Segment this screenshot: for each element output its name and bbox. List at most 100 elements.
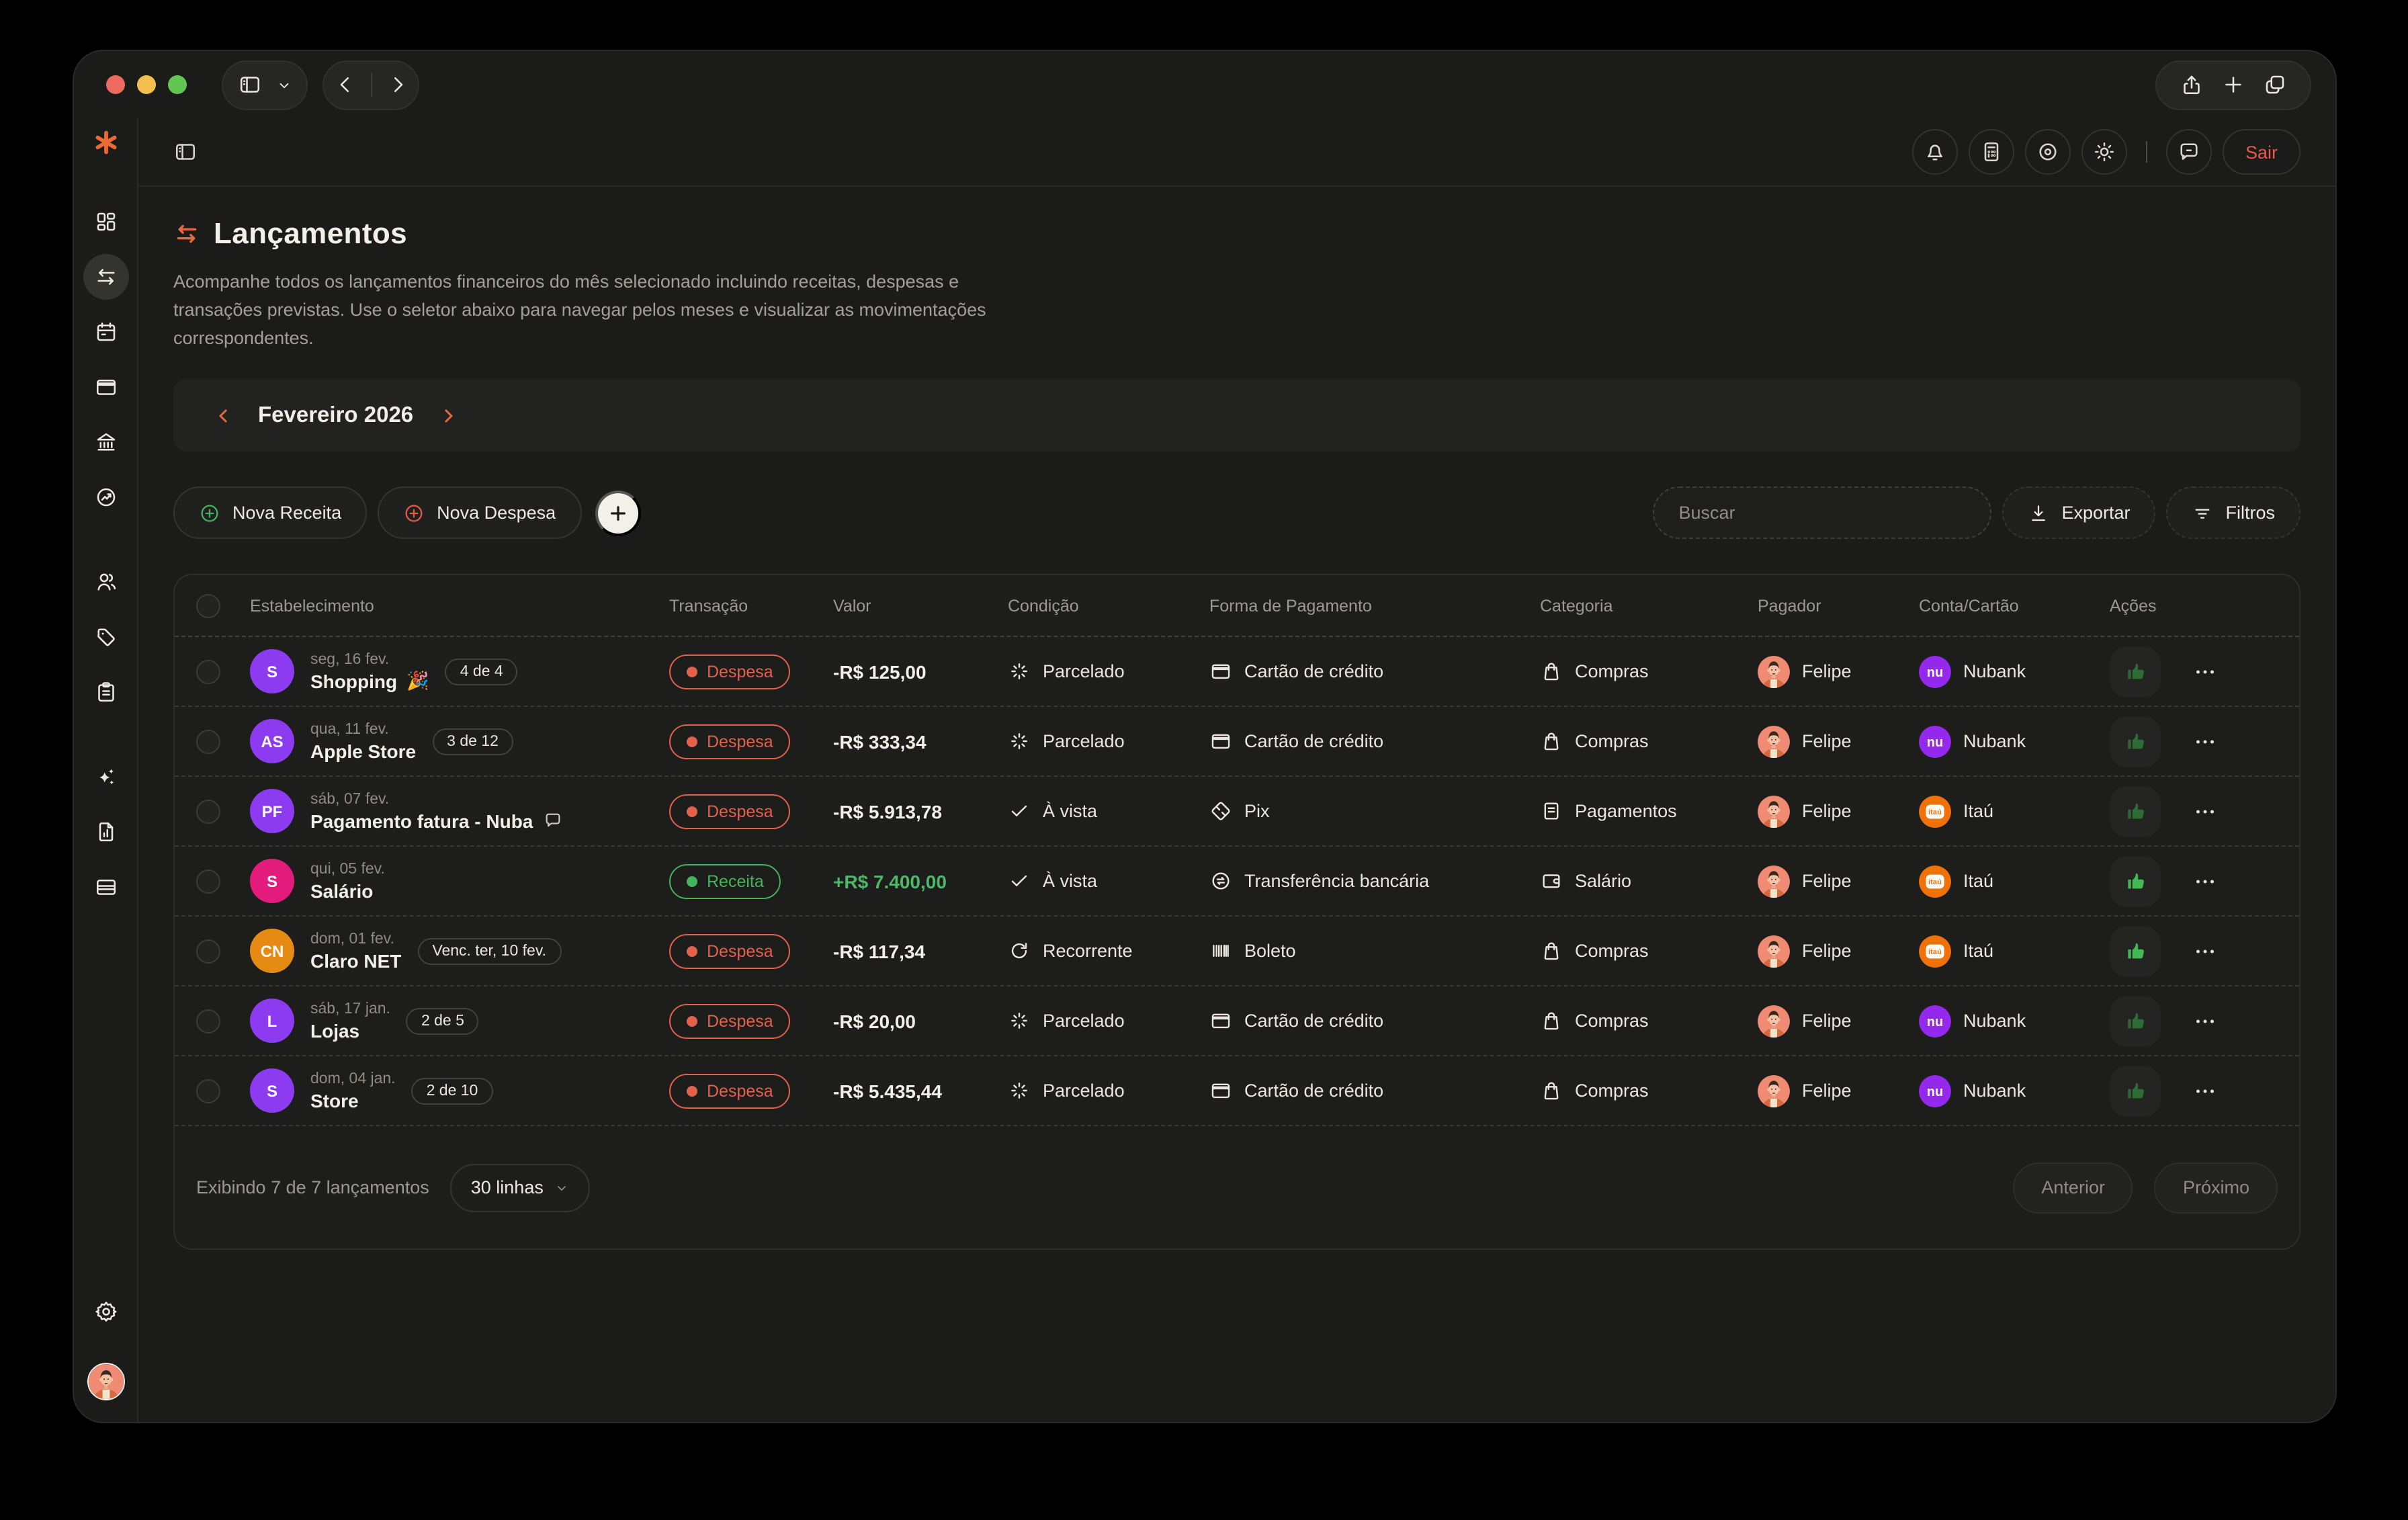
sidebar-item-accounts[interactable] (83, 419, 128, 465)
quick-add-button[interactable] (595, 490, 641, 536)
logout-button[interactable]: Sair (2223, 129, 2300, 175)
sidebar-item-ai[interactable] (83, 754, 128, 800)
new-income-button[interactable]: Nova Receita (173, 487, 368, 539)
sidebar-item-reports[interactable] (83, 809, 128, 855)
row-checkbox[interactable] (196, 939, 220, 963)
sidebar-item-settings[interactable] (83, 1289, 128, 1335)
sidebar-item-lists[interactable] (83, 669, 128, 715)
next-month-button[interactable] (437, 405, 458, 425)
share-icon[interactable] (2179, 73, 2203, 97)
notifications-button[interactable] (1912, 129, 1958, 175)
merchant-name: Store (310, 1089, 359, 1111)
type-dot (687, 666, 697, 677)
payer-name: Felipe (1802, 1081, 1852, 1101)
transaction-date: dom, 04 jan. (310, 1070, 396, 1087)
chevron-left-icon (214, 405, 234, 425)
prev-page-button[interactable]: Anterior (2013, 1162, 2133, 1213)
condition-label: Recorrente (1043, 941, 1133, 961)
select-all-checkbox[interactable] (196, 593, 220, 618)
row-checkbox[interactable] (196, 729, 220, 753)
tab-overview-icon[interactable] (2264, 73, 2288, 97)
transfer-circle-icon (1209, 870, 1232, 892)
thumbs-up-icon (2124, 939, 2147, 962)
sidebar-item-wallet[interactable] (83, 864, 128, 910)
sidebar-item-cards[interactable] (83, 364, 128, 410)
sidebar-item-tags[interactable] (83, 614, 128, 660)
merchant-initials: S (250, 1068, 294, 1113)
more-options-button[interactable] (2193, 1009, 2217, 1033)
theme-button[interactable] (2081, 129, 2127, 175)
payer-avatar (1758, 655, 1790, 687)
table-row[interactable]: L sáb, 17 jan. Lojas 2 de 5 Despesa -R$ … (175, 986, 2299, 1056)
merchant-initials: S (250, 649, 294, 693)
row-checkbox[interactable] (196, 659, 220, 683)
more-options-button[interactable] (2193, 939, 2217, 963)
zoom-button[interactable] (168, 75, 187, 94)
more-options-button[interactable] (2193, 799, 2217, 823)
rows-per-page-select[interactable]: 30 linhas (450, 1163, 591, 1212)
sidebar-item-users[interactable] (83, 559, 128, 605)
prev-month-button[interactable] (214, 405, 234, 425)
chat-icon (2177, 140, 2201, 164)
table-row[interactable]: S seg, 16 fev. Shopping 🎉 4 de 4 Despesa… (175, 637, 2299, 707)
more-options-button[interactable] (2193, 729, 2217, 753)
row-checkbox[interactable] (196, 1009, 220, 1033)
back-icon[interactable] (333, 73, 357, 97)
comment-icon[interactable] (542, 810, 562, 831)
table-row[interactable]: CN dom, 01 fev. Claro NET Venc. ter, 10 … (175, 917, 2299, 986)
transaction-type-badge: Despesa (669, 1073, 791, 1108)
transaction-type-badge: Despesa (669, 794, 791, 829)
column-header: Pagador (1758, 596, 1821, 615)
feedback-button[interactable] (2166, 129, 2212, 175)
user-avatar[interactable] (87, 1363, 124, 1400)
filters-button[interactable]: Filtros (2166, 487, 2300, 539)
category-label: Compras (1575, 731, 1649, 751)
row-checkbox[interactable] (196, 1079, 220, 1103)
confirm-button[interactable] (2110, 1065, 2161, 1116)
minimize-button[interactable] (137, 75, 156, 94)
new-expense-button[interactable]: Nova Despesa (378, 487, 582, 539)
more-options-button[interactable] (2193, 659, 2217, 683)
table-row[interactable]: S qui, 05 fev. Salário Receita +R$ 7.400… (175, 847, 2299, 917)
more-options-button[interactable] (2193, 869, 2217, 893)
table-row[interactable]: AS qua, 11 fev. Apple Store 3 de 12 Desp… (175, 707, 2299, 777)
row-checkbox[interactable] (196, 869, 220, 893)
circle-plus-icon (199, 502, 220, 523)
new-tab-icon[interactable] (2221, 73, 2245, 97)
chevron-right-icon (437, 405, 458, 425)
sidebar-item-investments[interactable] (83, 474, 128, 520)
installment-badge: 2 de 10 (411, 1077, 493, 1104)
panel-toggle-icon[interactable] (173, 140, 198, 164)
next-page-button[interactable]: Próximo (2154, 1162, 2278, 1213)
confirm-button[interactable] (2110, 855, 2161, 906)
confirm-button[interactable] (2110, 716, 2161, 767)
transaction-date: qui, 05 fev. (310, 861, 385, 877)
export-button[interactable]: Exportar (2002, 487, 2156, 539)
sidebar-item-transactions[interactable] (83, 254, 128, 300)
sidebar-item-calendar[interactable] (83, 309, 128, 355)
sidebar-item-dashboard[interactable] (83, 199, 128, 245)
ellipsis-icon (2193, 1009, 2217, 1033)
table-row[interactable]: PF sáb, 07 fev. Pagamento fatura - Nuba … (175, 777, 2299, 847)
more-options-button[interactable] (2193, 1079, 2217, 1103)
merchant-initials: CN (250, 929, 294, 973)
forward-icon[interactable] (385, 73, 409, 97)
privacy-button[interactable] (2025, 129, 2071, 175)
transaction-date: sáb, 07 fev. (310, 791, 390, 807)
new-expense-label: Nova Despesa (437, 503, 556, 523)
close-button[interactable] (106, 75, 125, 94)
confirm-button[interactable] (2110, 995, 2161, 1046)
month-selector: Fevereiro 2026 (173, 379, 2300, 452)
bank-icon (93, 430, 118, 454)
category-label: Compras (1575, 1081, 1649, 1101)
confirm-button[interactable] (2110, 925, 2161, 976)
confirm-button[interactable] (2110, 786, 2161, 837)
search-input[interactable] (1678, 503, 1967, 523)
sidebar-toggle-button[interactable] (222, 60, 308, 110)
app-logo[interactable] (91, 128, 120, 164)
calculator-button[interactable] (1969, 129, 2014, 175)
asterisk-logo (91, 128, 120, 157)
confirm-button[interactable] (2110, 646, 2161, 697)
table-row[interactable]: S dom, 04 jan. Store 2 de 10 Despesa -R$… (175, 1056, 2299, 1126)
row-checkbox[interactable] (196, 799, 220, 823)
